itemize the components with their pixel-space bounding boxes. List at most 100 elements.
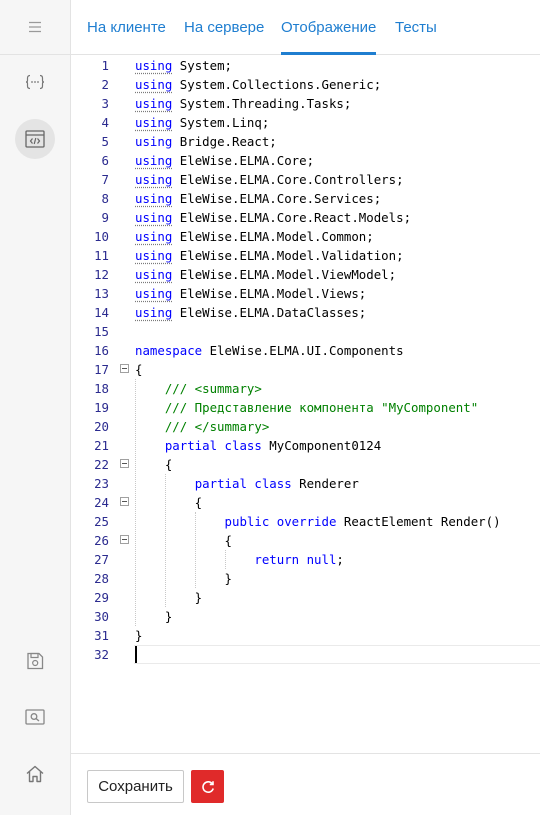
line-number: 7	[101, 172, 109, 187]
code-line: 30 }	[71, 607, 540, 626]
line-number: 25	[94, 514, 109, 529]
code-line: 28 }	[71, 569, 540, 588]
save-icon[interactable]	[15, 641, 55, 681]
line-number: 26	[94, 533, 109, 548]
tab-server[interactable]: На сервере	[184, 0, 264, 55]
code-line: 5 using Bridge.React;	[71, 132, 540, 151]
code-text: using EleWise.ELMA.Model.Common;	[135, 229, 374, 244]
line-number: 3	[101, 96, 109, 111]
code-line: 12 using EleWise.ELMA.Model.ViewModel;	[71, 265, 540, 284]
code-text: /// Представление компонента "MyComponen…	[164, 400, 479, 415]
code-line: 8 using EleWise.ELMA.Core.Services;	[71, 189, 540, 208]
tab-bar: На клиенте На сервере Отображение Тесты	[71, 0, 540, 55]
code-line: 4 using System.Linq;	[71, 113, 540, 132]
code-line: 19 /// Представление компонента "MyCompo…	[71, 398, 540, 417]
line-number: 4	[101, 115, 109, 130]
fold-toggle-icon[interactable]	[120, 535, 129, 544]
tab-view[interactable]: Отображение	[281, 0, 377, 55]
code-braces-icon[interactable]	[15, 62, 55, 102]
code-text: using EleWise.ELMA.Model.Validation;	[135, 248, 404, 263]
code-text: }	[135, 628, 143, 643]
code-text: using EleWise.ELMA.Core.Services;	[135, 191, 382, 206]
save-button[interactable]: Сохранить	[87, 770, 184, 803]
code-editor[interactable]: 1 using System; 2 using System.Collections.…	[71, 56, 540, 753]
code-text: using System.Threading.Tasks;	[135, 96, 352, 111]
indent-guide	[135, 379, 136, 626]
line-number: 6	[101, 153, 109, 168]
code-text: using System.Linq;	[135, 115, 270, 130]
footer-toolbar: Сохранить	[71, 753, 540, 815]
code-text: {	[135, 457, 173, 472]
code-line: 10 using EleWise.ELMA.Model.Common;	[71, 227, 540, 246]
line-number: 21	[94, 438, 109, 453]
code-text: using System;	[135, 58, 232, 73]
line-number: 5	[101, 134, 109, 149]
code-line: 14 using EleWise.ELMA.DataClasses;	[71, 303, 540, 322]
code-line: 22 {	[71, 455, 540, 474]
fold-toggle-icon[interactable]	[120, 497, 129, 506]
code-line: 32	[71, 645, 540, 664]
line-number: 28	[94, 571, 109, 586]
code-line: 25 public override ReactElement Render()	[71, 512, 540, 531]
code-text: return null;	[254, 552, 344, 567]
line-number: 20	[94, 419, 109, 434]
line-number: 30	[94, 609, 109, 624]
hamburger-menu-icon[interactable]	[28, 21, 42, 33]
line-number: 27	[94, 552, 109, 567]
code-line: 1 using System;	[71, 56, 540, 75]
reset-button[interactable]	[191, 770, 224, 803]
code-text: {	[135, 533, 232, 548]
code-text: namespace EleWise.ELMA.UI.Components	[135, 343, 404, 358]
code-line: 15	[71, 322, 540, 341]
code-text: using EleWise.ELMA.Model.ViewModel;	[135, 267, 397, 282]
code-text: using Bridge.React;	[135, 134, 277, 149]
text-caret	[135, 646, 137, 663]
fold-toggle-icon[interactable]	[120, 364, 129, 373]
tab-client[interactable]: На клиенте	[87, 0, 166, 55]
home-icon[interactable]	[15, 754, 55, 794]
code-line: 2 using System.Collections.Generic;	[71, 75, 540, 94]
tab-tests[interactable]: Тесты	[395, 0, 437, 55]
code-text: {	[135, 362, 143, 377]
code-line: 26 {	[71, 531, 540, 550]
line-number: 1	[101, 58, 109, 73]
code-line: 29 }	[71, 588, 540, 607]
fold-toggle-icon[interactable]	[120, 459, 129, 468]
indent-guide	[224, 550, 226, 569]
code-text: public override ReactElement Render()	[224, 514, 501, 529]
code-line: 31}	[71, 626, 540, 645]
code-line: 16 namespace EleWise.ELMA.UI.Components	[71, 341, 540, 360]
code-text: }	[135, 571, 232, 586]
line-number: 13	[94, 286, 109, 301]
line-number: 17	[94, 362, 109, 377]
code-line: 21 partial class MyComponent0124	[71, 436, 540, 455]
line-number: 14	[94, 305, 109, 320]
code-text: using EleWise.ELMA.Model.Views;	[135, 286, 367, 301]
code-text: using System.Collections.Generic;	[135, 77, 382, 92]
indent-guide	[164, 474, 166, 607]
line-number: 11	[94, 248, 109, 263]
search-window-icon[interactable]	[15, 697, 55, 737]
line-number: 16	[94, 343, 109, 358]
code-line: 3 using System.Threading.Tasks;	[71, 94, 540, 113]
line-number: 19	[94, 400, 109, 415]
code-line: 9 using EleWise.ELMA.Core.React.Models;	[71, 208, 540, 227]
line-number: 15	[94, 324, 109, 339]
line-number: 31	[94, 628, 109, 643]
line-number: 9	[101, 210, 109, 225]
code-text: using EleWise.ELMA.DataClasses;	[135, 305, 367, 320]
line-number: 29	[94, 590, 109, 605]
code-line: 27 return null;	[71, 550, 540, 569]
sidebar-header	[0, 0, 70, 55]
code-line: 6 using EleWise.ELMA.Core;	[71, 151, 540, 170]
code-line: 18 /// <summary>	[71, 379, 540, 398]
code-window-icon[interactable]	[15, 119, 55, 159]
code-line: 7 using EleWise.ELMA.Core.Controllers;	[71, 170, 540, 189]
sidebar	[0, 0, 71, 815]
code-line: 17 {	[71, 360, 540, 379]
indent-guide	[194, 512, 196, 588]
code-text: }	[135, 609, 173, 624]
code-text: using EleWise.ELMA.Core.Controllers;	[135, 172, 404, 187]
code-text: partial class Renderer	[194, 476, 359, 491]
code-line: 11 using EleWise.ELMA.Model.Validation;	[71, 246, 540, 265]
